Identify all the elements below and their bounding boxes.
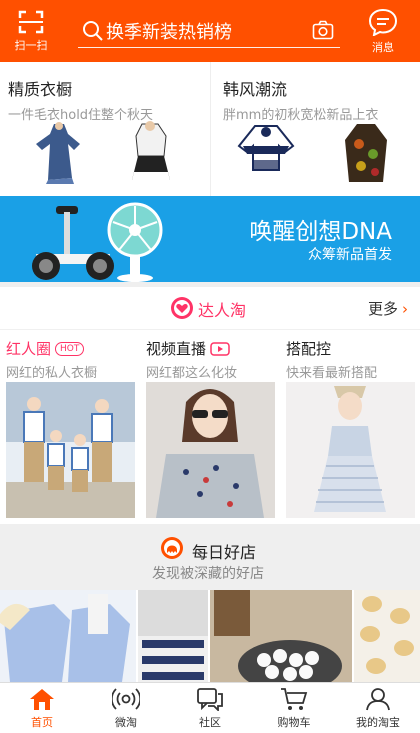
scan-label: 扫一扫 bbox=[14, 38, 48, 52]
play-video-icon bbox=[210, 341, 230, 356]
section-title: 达人淘 bbox=[198, 301, 247, 320]
column-title-text: 搭配控 bbox=[286, 340, 332, 358]
tab-weitao[interactable]: 微淘 bbox=[84, 683, 168, 733]
daily-shop-header: 每日好店 发现被深藏的好店 bbox=[0, 524, 420, 590]
scan-icon bbox=[18, 10, 44, 33]
tab-label: 微淘 bbox=[115, 716, 137, 729]
column-title: 红人圈 HOT bbox=[6, 338, 140, 359]
bottom-tab-bar: 首页 微淘 社区 购物车 我的淘宝 bbox=[0, 682, 420, 733]
banner-title: 唤醒创想DNA bbox=[249, 219, 392, 245]
tab-community[interactable]: 社区 bbox=[168, 683, 252, 733]
product-image bbox=[132, 121, 170, 180]
tab-label: 社区 bbox=[199, 716, 221, 729]
search-input[interactable]: 换季新装热销榜 bbox=[78, 14, 340, 48]
community-icon bbox=[197, 688, 223, 711]
scan-button[interactable]: 扫一扫 bbox=[0, 0, 62, 62]
daren-column-influencer[interactable]: 红人圈 HOT 网红的私人衣橱 bbox=[0, 330, 140, 524]
broadcast-icon bbox=[112, 688, 140, 710]
banner-subtitle: 众筹新品首发 bbox=[308, 247, 392, 263]
hot-badge: HOT bbox=[55, 341, 85, 356]
column-title-text: 红人圈 bbox=[6, 340, 52, 358]
more-link[interactable]: 更多 › bbox=[368, 298, 408, 319]
search-query: 换季新装热销榜 bbox=[106, 21, 232, 43]
product-image bbox=[345, 124, 387, 182]
tab-my-taobao[interactable]: 我的淘宝 bbox=[336, 683, 420, 733]
daren-column-live-video[interactable]: 视频直播 网红都这么化妆 bbox=[140, 330, 280, 524]
shop-images bbox=[0, 590, 420, 692]
message-icon bbox=[368, 8, 398, 36]
app-root: 扫一扫 换季新装热销榜 消息 精质衣橱 一件毛衣hold住整个秋天 韩风潮流 胖… bbox=[0, 0, 420, 733]
promo-title: 韩风潮流 bbox=[223, 80, 288, 99]
promo-title: 精质衣橱 bbox=[8, 80, 73, 99]
section-title: 每日好店 bbox=[192, 543, 257, 562]
column-subtitle: 网红的私人衣橱 bbox=[6, 366, 98, 381]
column-title-text: 视频直播 bbox=[146, 340, 207, 358]
column-subtitle: 快来看最新搭配 bbox=[286, 366, 378, 381]
daren-section-header: 达人淘 更多 › bbox=[0, 287, 420, 330]
daren-columns: 红人圈 HOT 网红的私人衣橱 视频直播 网红都这么化妆 搭配控 快来看最新搭配 bbox=[0, 330, 420, 524]
lemon-fan-image bbox=[107, 202, 163, 282]
tab-cart[interactable]: 购物车 bbox=[252, 683, 336, 733]
dress-photo bbox=[286, 382, 415, 518]
section-subtitle: 发现被深藏的好店 bbox=[152, 566, 264, 582]
promo-card-wardrobe[interactable]: 精质衣橱 一件毛衣hold住整个秋天 bbox=[0, 62, 210, 196]
search-icon bbox=[83, 21, 103, 41]
tab-label: 购物车 bbox=[277, 716, 311, 729]
family-photo bbox=[6, 382, 135, 518]
chevron-right-icon: › bbox=[402, 300, 408, 318]
daren-column-outfit[interactable]: 搭配控 快来看最新搭配 bbox=[280, 330, 420, 524]
column-subtitle: 网红都这么化妆 bbox=[146, 366, 238, 381]
octopus-badge-icon bbox=[161, 537, 183, 559]
column-title: 视频直播 bbox=[146, 338, 280, 359]
promo-banner[interactable]: 唤醒创想DNA 众筹新品首发 bbox=[0, 196, 420, 282]
model-photo bbox=[146, 382, 275, 518]
promo-row: 精质衣橱 一件毛衣hold住整个秋天 韩风潮流 胖mm的初秋宽松新品上衣 bbox=[0, 62, 420, 196]
user-icon bbox=[366, 688, 390, 711]
tab-label: 我的淘宝 bbox=[356, 716, 400, 729]
heart-badge-icon bbox=[171, 297, 193, 319]
cart-icon bbox=[281, 688, 308, 710]
promo-card-korean[interactable]: 韩风潮流 胖mm的初秋宽松新品上衣 bbox=[210, 62, 420, 196]
message-label: 消息 bbox=[372, 40, 394, 54]
product-image bbox=[237, 125, 295, 171]
tab-home[interactable]: 首页 bbox=[0, 683, 84, 733]
product-image bbox=[36, 122, 80, 184]
camera-icon[interactable] bbox=[312, 20, 334, 40]
top-bar: 扫一扫 换季新装热销榜 消息 bbox=[0, 0, 420, 62]
home-icon bbox=[30, 689, 54, 710]
tab-label: 首页 bbox=[31, 716, 53, 729]
shop-strip[interactable] bbox=[0, 590, 420, 692]
more-label: 更多 bbox=[367, 300, 398, 318]
message-button[interactable]: 消息 bbox=[352, 0, 414, 62]
column-title: 搭配控 bbox=[286, 338, 420, 359]
